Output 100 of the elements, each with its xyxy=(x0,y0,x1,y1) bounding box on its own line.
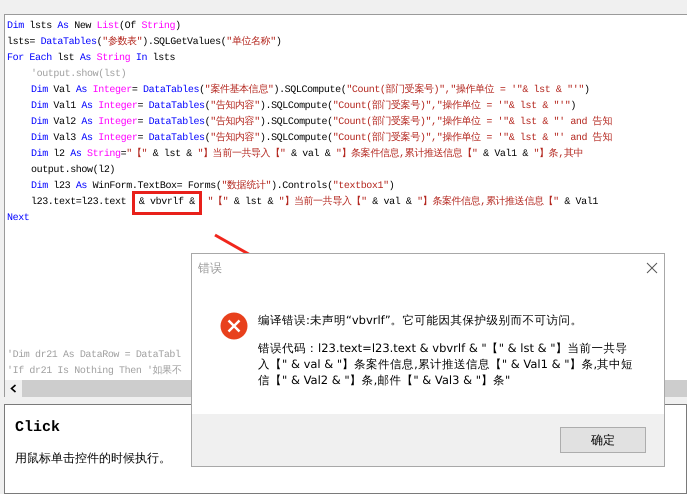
code-token: = xyxy=(137,132,144,146)
code-token: "Count(部门受案号)","操作单位 = '"& lst & "'" xyxy=(332,99,570,114)
help-description: 用鼠标单击控件的时候执行。 xyxy=(15,450,172,467)
code-token: "【" xyxy=(206,195,228,210)
code-token: ) xyxy=(175,20,181,34)
highlighted-code: & vbvrlf & xyxy=(132,191,202,215)
code-token: "】当前一共导入【" xyxy=(278,195,367,210)
code-token: Dim xyxy=(31,132,48,146)
code-token: lsts xyxy=(28,20,53,34)
code-token: Dim xyxy=(31,116,48,130)
code-token: "参数表" xyxy=(102,35,142,50)
code-token: DataTables xyxy=(148,100,205,114)
code-token: "告知内容" xyxy=(210,131,260,146)
code-token: Dim xyxy=(31,180,48,194)
code-token: Dim xyxy=(7,20,24,34)
code-token: ) xyxy=(570,100,576,114)
code-token: "】条,其中 xyxy=(534,147,584,162)
code-token: l2 xyxy=(52,148,66,162)
code-token: & val & xyxy=(290,148,332,162)
code-token: ) xyxy=(584,84,590,98)
code-token: New xyxy=(73,20,92,34)
code-token: As xyxy=(80,52,92,66)
code-token: WinForm.TextBox= Forms( xyxy=(92,180,222,194)
code-token: & Val1 xyxy=(563,196,598,210)
code-token: String xyxy=(86,148,121,162)
code-token: As xyxy=(57,20,69,34)
code-token: Dim xyxy=(31,100,48,114)
code-token: In xyxy=(134,52,148,66)
code-token: l23 xyxy=(52,180,72,194)
code-token: For Each xyxy=(7,52,52,66)
code-token: "【" xyxy=(126,147,148,162)
code-token: Val xyxy=(52,84,72,98)
code-token: "】当前一共导入【" xyxy=(197,147,286,162)
code-token: DataTables xyxy=(148,116,205,130)
code-token: 'output.show(lst) xyxy=(31,68,126,82)
code-token: Val1 xyxy=(52,100,77,114)
code-token: ).SQLCompute( xyxy=(273,84,346,98)
code-token: As xyxy=(81,132,93,146)
code-token: Dim xyxy=(31,84,48,98)
code-token: l23.text=l23.text xyxy=(31,196,128,210)
code-token: "单位名称" xyxy=(226,35,276,50)
code-token: ).SQLGetValues( xyxy=(142,36,226,50)
code-token: String xyxy=(141,20,176,34)
help-title: Click xyxy=(15,419,62,436)
code-token: ( xyxy=(199,84,205,98)
code-token: DataTables xyxy=(40,36,97,50)
code-token: lsts xyxy=(152,52,176,66)
code-token: & lst & xyxy=(152,148,193,162)
code-token: "textbox1" xyxy=(332,180,389,194)
dialog-title: 错误 xyxy=(198,260,222,276)
code-token: & lst & xyxy=(232,196,274,210)
code-token: "告知内容" xyxy=(210,115,260,130)
code-token: List xyxy=(96,20,120,34)
error-message: 编译错误:未声明“vbvrlf”。它可能因其保护级别而不可访问。 xyxy=(258,312,584,328)
code-token: Dim xyxy=(31,148,48,162)
code-token: lst xyxy=(56,52,76,66)
close-icon[interactable] xyxy=(646,262,658,274)
code-token: 'Dim dr21 As DataRow = DataTabl xyxy=(7,348,181,363)
code-token: As xyxy=(81,116,93,130)
code-token: ).SQLCompute( xyxy=(260,132,333,146)
ok-button[interactable]: 确定 xyxy=(560,427,646,453)
code-token: "数据统计" xyxy=(221,179,272,194)
code-token: & val & xyxy=(371,196,413,210)
code-token: Integer xyxy=(97,100,138,114)
code-token: Val2 xyxy=(52,116,77,130)
code-token: ).SQLCompute( xyxy=(260,116,333,130)
code-token: "Count(部门受案号)","操作单位 = '"& lst & "'" xyxy=(346,83,584,98)
code-token: As xyxy=(76,180,88,194)
scroll-left-button[interactable] xyxy=(5,380,22,397)
code-token: "告知内容" xyxy=(210,99,260,114)
code-token: & Val1 & xyxy=(482,148,530,162)
code-token: "案件基本信息" xyxy=(204,83,274,98)
code-token: = xyxy=(132,84,138,98)
code-token: 'If dr21 Is Nothing Then '如果不 xyxy=(7,364,182,379)
code-token: String xyxy=(96,52,130,66)
code-token: Integer xyxy=(97,116,138,130)
code-token: As xyxy=(70,148,82,162)
code-token: ) xyxy=(388,180,394,194)
code-token: As xyxy=(76,84,88,98)
code-token: ( xyxy=(204,100,210,114)
code-token: Integer xyxy=(97,132,138,146)
code-token: ( xyxy=(204,116,210,130)
code-token: = xyxy=(137,116,144,130)
code-token: ) xyxy=(276,36,282,50)
code-token: = xyxy=(137,100,144,114)
error-icon xyxy=(220,312,248,340)
chevron-left-icon xyxy=(10,384,17,393)
code-token: lsts= xyxy=(7,36,36,50)
code-token: ( xyxy=(96,36,102,50)
code-token: = xyxy=(120,148,126,162)
code-token: Val3 xyxy=(52,132,77,146)
error-code: 错误代码：l23.text=l23.text & vbvrlf & "【" & lst & "】当前一共导入【" & val & "】条案件信息,累计推送信息【" & Val1 & "】条,其中短信【" & Val2 & "】条,邮件【" & Val3 & "】条" xyxy=(258,340,634,388)
code-token: ( xyxy=(204,132,210,146)
code-token: output.show(l2) xyxy=(31,164,116,178)
code-token: Integer xyxy=(92,84,132,98)
code-token: ).SQLCompute( xyxy=(260,100,333,114)
code-token: "Count(部门受案号)","操作单位 = '"& lst & "' and 告知 xyxy=(332,115,612,130)
code-token: As xyxy=(81,100,93,114)
code-token: "】条案件信息,累计推送信息【" xyxy=(417,195,559,210)
code-token: "】条案件信息,累计推送信息【" xyxy=(336,147,478,162)
